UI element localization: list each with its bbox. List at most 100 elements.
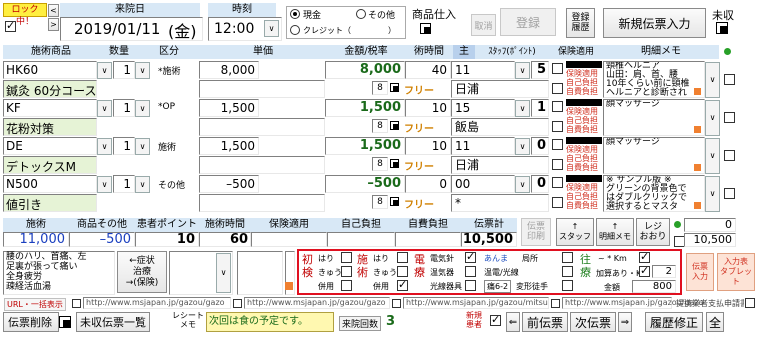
- cash-radio[interactable]: [290, 9, 300, 19]
- other-radio[interactable]: [356, 9, 366, 19]
- url-4-field[interactable]: http://www.msjapan.jp/gazou/gazo: [562, 297, 704, 309]
- extra-checkbox[interactable]: [639, 264, 650, 277]
- staff-name-field[interactable]: 飯島: [451, 118, 549, 136]
- extra-value[interactable]: 2: [652, 265, 676, 278]
- selfpay-checkbox[interactable]: [552, 83, 563, 94]
- staff-dropdown[interactable]: ∨: [515, 62, 530, 79]
- point-field[interactable]: 5: [531, 61, 549, 79]
- km-checkbox[interactable]: [639, 250, 650, 263]
- register-button[interactable]: 登録: [500, 8, 556, 36]
- receipt-button[interactable]: レジ おおり: [636, 218, 670, 246]
- prev-slip-arrow-button[interactable]: ⇐: [506, 312, 520, 332]
- memo-dropdown[interactable]: ∨: [705, 176, 720, 212]
- prev-date-button[interactable]: <: [48, 4, 59, 17]
- url-3-field[interactable]: http://www.msjapan.jp/gazou/mitsu: [403, 297, 549, 309]
- point-field[interactable]: 0: [531, 175, 549, 193]
- massage-item-3-checkbox[interactable]: [562, 266, 573, 277]
- next-date-button[interactable]: >: [48, 18, 59, 31]
- insurance-checkbox[interactable]: [552, 63, 563, 74]
- apply-use-checkbox[interactable]: [397, 278, 408, 291]
- massage-item-2-checkbox[interactable]: [562, 252, 573, 263]
- note-field-2[interactable]: [237, 251, 283, 295]
- tax-field[interactable]: 8: [372, 119, 388, 133]
- cancel-button[interactable]: 取消: [471, 14, 496, 36]
- staff-name-field[interactable]: 日浦: [451, 156, 549, 174]
- point-field[interactable]: 1: [531, 99, 549, 117]
- product-in-icon[interactable]: [420, 23, 431, 34]
- qty-field[interactable]: 1: [113, 175, 135, 193]
- elec-item-3-checkbox[interactable]: [465, 280, 476, 291]
- duration-field[interactable]: 0: [405, 175, 451, 193]
- tax-field[interactable]: 8: [372, 81, 388, 95]
- staff-up-button[interactable]: ↑ スタッフ: [556, 218, 594, 246]
- new-slip-button[interactable]: 新規伝票入力: [603, 8, 706, 38]
- slip-entry-button[interactable]: 伝票 入力: [686, 253, 714, 291]
- staff-dropdown[interactable]: ∨: [515, 100, 530, 117]
- unit-price-field[interactable]: 1,500: [199, 99, 259, 117]
- row-select-checkbox[interactable]: [724, 74, 735, 85]
- unit-price-field[interactable]: –500: [199, 175, 259, 193]
- url-2-field[interactable]: http://www.msjapan.jp/gazou/gazo: [244, 297, 390, 309]
- insurance-checkbox[interactable]: [552, 101, 563, 112]
- next-slip-button[interactable]: 次伝票: [570, 312, 616, 332]
- history-fix-button[interactable]: 履歴修正: [645, 312, 703, 332]
- staff-code-field[interactable]: 11: [451, 137, 515, 155]
- qty-field[interactable]: 1: [113, 99, 135, 117]
- fee-value[interactable]: 800: [632, 280, 676, 293]
- url-3-checkbox[interactable]: [392, 299, 401, 308]
- row-select-checkbox[interactable]: [724, 112, 735, 123]
- receipt-memo-field[interactable]: 次回は食の予定です。: [206, 312, 334, 332]
- memo-dropdown[interactable]: ∨: [705, 138, 720, 174]
- first-kyu-checkbox[interactable]: [341, 266, 352, 277]
- unpaid-icon[interactable]: [716, 22, 728, 34]
- staff-dropdown[interactable]: ∨: [515, 176, 530, 193]
- url-4-checkbox[interactable]: [551, 299, 560, 308]
- qty-dropdown[interactable]: ∨: [135, 62, 150, 79]
- qty-dropdown[interactable]: ∨: [135, 138, 150, 155]
- delete-slip-button[interactable]: 伝票削除: [3, 312, 59, 332]
- staff-code-field[interactable]: 15: [451, 99, 515, 117]
- selfpay-checkbox[interactable]: [552, 197, 563, 208]
- qty-dropdown[interactable]: ∨: [135, 176, 150, 193]
- selfpay-checkbox[interactable]: [552, 159, 563, 170]
- memo-dropdown[interactable]: ∨: [705, 62, 720, 98]
- staff-name-field[interactable]: *: [451, 194, 549, 212]
- memo-up-button[interactable]: ↑ 明細メモ: [596, 218, 634, 246]
- selfpay-checkbox[interactable]: [552, 121, 563, 132]
- staff-name-field[interactable]: 日浦: [451, 80, 549, 98]
- tax-field[interactable]: 8: [372, 157, 388, 171]
- first-hari-checkbox[interactable]: [341, 252, 352, 263]
- all-button[interactable]: 全: [706, 312, 724, 332]
- duration-field[interactable]: 40: [405, 61, 451, 79]
- qty-field[interactable]: 1: [113, 61, 135, 79]
- point-field[interactable]: 0: [531, 137, 549, 155]
- slip-print-button[interactable]: 伝票 印刷: [521, 218, 551, 246]
- new-patient-checkbox[interactable]: [490, 313, 501, 326]
- lock-checkbox[interactable]: [5, 19, 16, 32]
- time-dropdown-button[interactable]: ∨: [264, 20, 279, 37]
- blank-field[interactable]: [199, 118, 325, 136]
- next-slip-arrow-button[interactable]: ⇒: [618, 312, 632, 332]
- insurance-checkbox[interactable]: [552, 177, 563, 188]
- first-use-checkbox[interactable]: [341, 280, 352, 291]
- unit-price-field[interactable]: 8,000: [199, 61, 259, 79]
- item-code-dropdown[interactable]: ∨: [97, 100, 112, 117]
- unit-price-field[interactable]: 1,500: [199, 137, 259, 155]
- apply-hari-checkbox[interactable]: [397, 252, 408, 263]
- row-select-checkbox[interactable]: [724, 150, 735, 161]
- duration-field[interactable]: 10: [405, 137, 451, 155]
- apply-kyu-checkbox[interactable]: [397, 266, 408, 277]
- item-code-dropdown[interactable]: ∨: [97, 62, 112, 79]
- blank-field[interactable]: [199, 156, 325, 174]
- qty-dropdown[interactable]: ∨: [135, 100, 150, 117]
- row-select-checkbox[interactable]: [724, 188, 735, 199]
- url-1-field[interactable]: http://www.msjapan.jp/gazou/gazo: [83, 297, 231, 309]
- memo-dropdown[interactable]: ∨: [705, 100, 720, 136]
- massage-item-5-checkbox[interactable]: [562, 280, 573, 291]
- blank-field[interactable]: [199, 80, 325, 98]
- item-code-dropdown[interactable]: ∨: [97, 176, 112, 193]
- symptom-nav-button[interactable]: ←症状 治療 →(保険): [117, 251, 167, 293]
- insurance-checkbox[interactable]: [552, 139, 563, 150]
- url-2-checkbox[interactable]: [233, 299, 242, 308]
- blank-field[interactable]: [199, 194, 325, 212]
